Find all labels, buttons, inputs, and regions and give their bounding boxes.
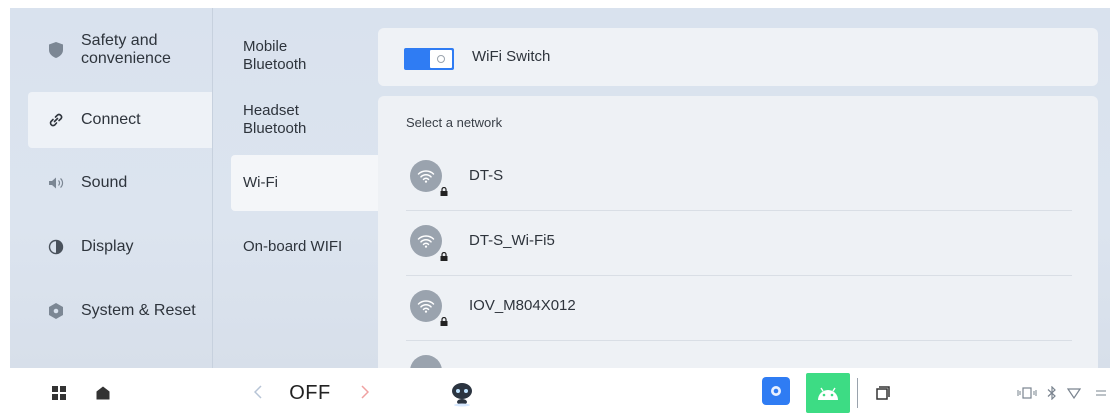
subnav-item-wifi[interactable]: Wi-Fi	[231, 155, 379, 211]
nav-item-label: Connect	[81, 111, 141, 128]
subnav-item-label: Mobile Bluetooth	[243, 38, 307, 73]
subnav-item-headset-bluetooth[interactable]: Headset Bluetooth	[231, 92, 379, 148]
network-list-panel: Select a network DT-S DT-S_Wi-Fi5 IOV_M8…	[378, 96, 1098, 368]
row-divider	[406, 210, 1072, 211]
nav-item-label: Display	[81, 238, 134, 255]
phone-signal-icon	[1016, 385, 1038, 401]
nav-item-label: System & Reset	[81, 302, 196, 319]
lock-icon	[440, 183, 448, 196]
robot-assistant-icon[interactable]	[449, 380, 475, 408]
swap-icon	[1094, 385, 1108, 401]
apps-grid-icon[interactable]	[51, 385, 67, 401]
system-reset-icon	[48, 303, 64, 319]
connect-subnav: Mobile Bluetooth Headset Bluetooth Wi-Fi…	[213, 8, 379, 368]
network-item[interactable]: IOV_M804X012	[406, 277, 1072, 341]
settings-screen: Safety and convenience Connect Sound Dis…	[10, 8, 1110, 368]
network-name: DT-S_Wi-Fi5	[469, 232, 555, 249]
subnav-item-mobile-bluetooth[interactable]: Mobile Bluetooth	[231, 28, 379, 84]
chevron-left-icon[interactable]	[251, 382, 265, 402]
row-divider	[406, 340, 1072, 341]
network-item-partial[interactable]	[406, 342, 1072, 368]
select-network-heading: Select a network	[406, 115, 503, 130]
chevron-right-icon[interactable]	[358, 382, 372, 402]
nav-item-safety[interactable]: Safety and convenience	[28, 22, 213, 78]
settings-nav: Safety and convenience Connect Sound Dis…	[10, 8, 213, 368]
row-divider	[406, 275, 1072, 276]
toggle-knob	[430, 50, 452, 68]
subnav-item-label: Headset Bluetooth	[243, 102, 307, 137]
shield-icon	[48, 42, 64, 58]
link-icon	[48, 112, 64, 128]
nav-item-label: Safety and convenience	[81, 32, 171, 67]
wifi-toggle[interactable]	[404, 48, 454, 70]
settings-app-icon[interactable]	[762, 377, 790, 405]
recent-apps-icon[interactable]	[874, 384, 892, 402]
subnav-item-label: On-board WIFI	[243, 238, 343, 255]
subnav-item-label: Wi-Fi	[243, 174, 278, 191]
network-name: DT-S	[469, 167, 504, 184]
bluetooth-icon	[1045, 384, 1059, 402]
lock-icon	[440, 248, 448, 261]
lock-icon	[440, 313, 448, 326]
nav-item-connect[interactable]: Connect	[28, 92, 213, 148]
nav-item-display[interactable]: Display	[28, 219, 213, 275]
taskbar-divider	[857, 378, 858, 408]
network-item[interactable]: DT-S	[406, 147, 1072, 211]
network-name: IOV_M804X012	[469, 297, 576, 314]
wifi-status-icon	[1066, 385, 1082, 401]
network-item[interactable]: DT-S_Wi-Fi5	[406, 212, 1072, 276]
taskbar: OFF	[0, 368, 1110, 419]
wifi-icon	[410, 225, 442, 257]
nav-item-label: Sound	[81, 174, 128, 191]
wifi-switch-label: WiFi Switch	[472, 48, 551, 65]
android-app-icon[interactable]	[806, 373, 850, 413]
home-icon[interactable]	[95, 385, 111, 401]
contrast-icon	[48, 239, 64, 255]
climate-off-label[interactable]: OFF	[284, 380, 336, 406]
wifi-icon	[410, 355, 442, 368]
speaker-icon	[48, 175, 64, 191]
wifi-icon	[410, 160, 442, 192]
nav-item-sound[interactable]: Sound	[28, 155, 213, 211]
wifi-switch-panel: WiFi Switch	[378, 28, 1098, 86]
nav-item-system-reset[interactable]: System & Reset	[28, 283, 213, 339]
wifi-icon	[410, 290, 442, 322]
subnav-item-onboard-wifi[interactable]: On-board WIFI	[231, 219, 379, 275]
